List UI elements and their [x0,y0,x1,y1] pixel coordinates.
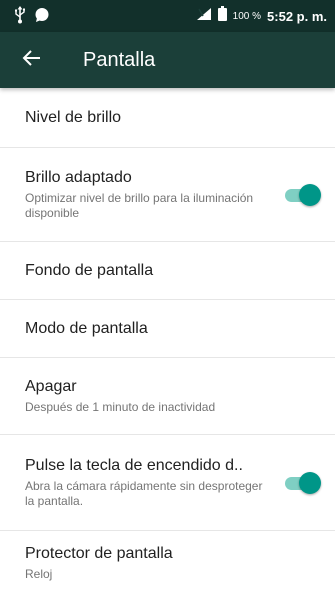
clock: 5:52 p. m. [267,8,327,24]
setting-summary: Optimizar nivel de brillo para la ilumin… [25,191,254,220]
setting-item-apagar[interactable]: Apagar Después de 1 minuto de inactivida… [0,358,335,435]
battery-icon [217,6,227,27]
setting-title: Modo de pantalla [25,319,148,337]
setting-title: Brillo adaptado [25,169,132,186]
setting-summary: Reloj [25,567,53,581]
setting-item-nivel-de-brillo[interactable]: Nivel de brillo [0,88,335,148]
setting-item-tecla-encendido[interactable]: Pulse la tecla de encendido d.. Abra la … [0,435,335,531]
setting-title: Fondo de pantalla [25,261,154,279]
arrow-back-icon [22,48,42,73]
setting-title: Pulse la tecla de encendido d.. [25,457,243,474]
toggle-thumb [299,183,321,206]
tecla-encendido-toggle[interactable] [283,471,321,495]
signal-icon [196,7,212,27]
settings-list: Nivel de brillo Brillo adaptado Optimiza… [0,88,335,595]
setting-item-fondo-de-pantalla[interactable]: Fondo de pantalla [0,242,335,300]
status-bar-left [14,6,50,29]
setting-item-brillo-adaptado[interactable]: Brillo adaptado Optimizar nivel de brill… [0,148,335,242]
setting-summary: Abra la cámara rápidamente sin desproteg… [25,479,263,508]
toggle-thumb [299,471,321,494]
setting-item-modo-de-pantalla[interactable]: Modo de pantalla [0,300,335,358]
back-button[interactable] [18,46,46,74]
status-bar: 100 % 5:52 p. m. [0,0,335,32]
message-bubble-icon [34,7,50,28]
setting-title: Nivel de brillo [25,108,122,126]
page-title: Pantalla [83,49,156,71]
usb-icon [14,6,26,29]
setting-summary: Después de 1 minuto de inactividad [25,400,216,414]
setting-title: Protector de pantalla [25,545,173,562]
setting-title: Apagar [25,378,77,395]
status-bar-right: 100 % 5:52 p. m. [196,6,327,27]
battery-percent: 100 % [232,10,262,22]
setting-item-protector-de-pantalla[interactable]: Protector de pantalla Reloj [0,531,335,595]
app-bar: Pantalla [0,32,335,88]
brillo-adaptado-toggle[interactable] [283,183,321,207]
